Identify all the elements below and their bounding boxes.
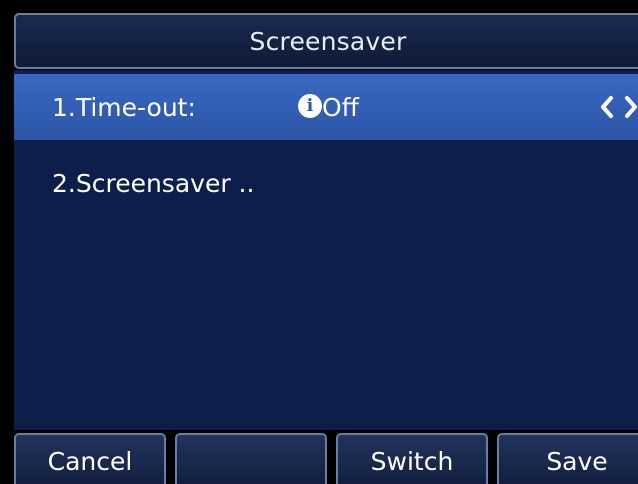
phone-screen: Screensaver 1.Time-out: i Off 2.Screensa…: [0, 0, 638, 484]
switch-button[interactable]: Switch: [336, 433, 488, 484]
save-button-label: Save: [546, 447, 608, 476]
switch-button-label: Switch: [370, 447, 454, 476]
chevron-left-icon[interactable]: [598, 94, 616, 120]
menu-item-time-out[interactable]: 1.Time-out: i Off: [14, 74, 638, 140]
cancel-button-label: Cancel: [47, 447, 133, 476]
softkey-bar: Cancel Switch Save: [0, 433, 638, 484]
cancel-button[interactable]: Cancel: [14, 433, 166, 484]
save-button[interactable]: Save: [497, 433, 638, 484]
menu-item-value: Off: [322, 92, 359, 122]
menu-item-label: 2.Screensaver ..: [52, 168, 255, 198]
menu-list: 1.Time-out: i Off 2.Screensaver ..: [14, 70, 638, 430]
menu-item-screensaver[interactable]: 2.Screensaver ..: [14, 150, 638, 216]
menu-item-label: 1.Time-out:: [52, 92, 196, 122]
title-bar: Screensaver: [14, 13, 638, 69]
info-icon: i: [298, 94, 322, 118]
empty-softkey[interactable]: [175, 433, 327, 484]
page-title: Screensaver: [249, 26, 407, 56]
chevron-right-icon[interactable]: [622, 94, 638, 120]
